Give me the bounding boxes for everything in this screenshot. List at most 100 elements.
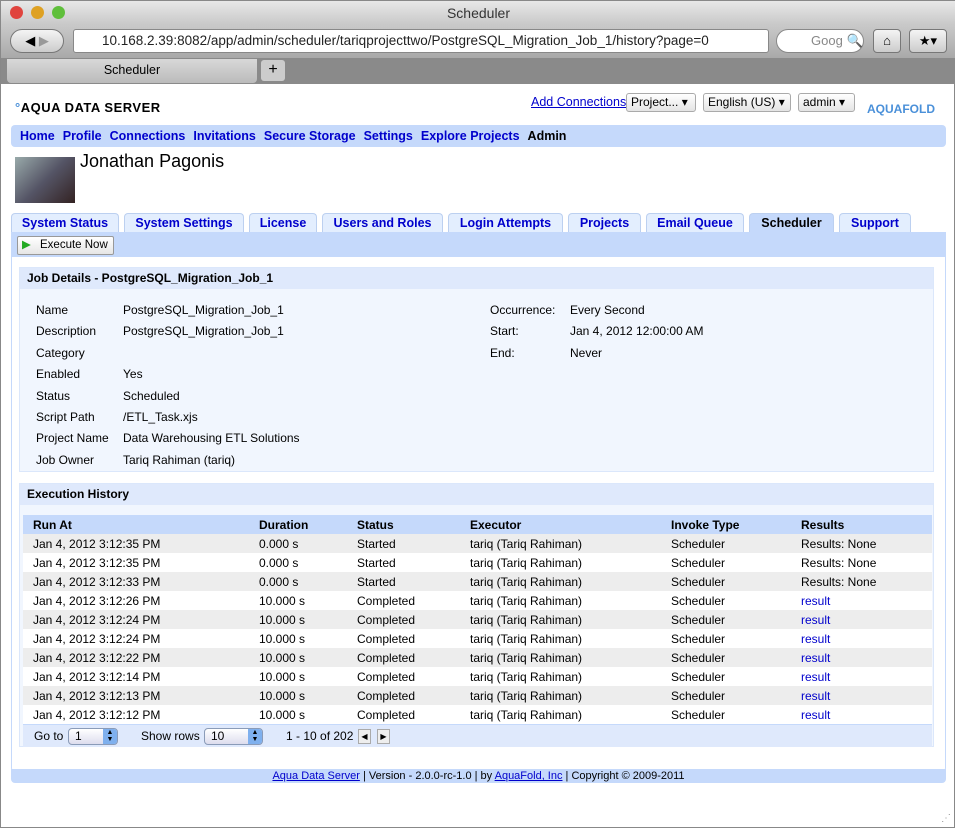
browser-tab-scheduler[interactable]: Scheduler — [7, 59, 257, 83]
result-link[interactable]: result — [801, 651, 830, 665]
job-field-label: Script Path — [36, 410, 95, 424]
table-cell: Scheduler — [661, 591, 791, 610]
user-select[interactable]: admin ▾ — [798, 93, 855, 112]
table-cell: 0.000 s — [249, 553, 347, 572]
table-cell: Jan 4, 2012 3:12:24 PM — [23, 629, 249, 648]
nav-admin[interactable]: Admin — [528, 129, 567, 143]
project-select-value: Project... — [631, 95, 679, 109]
job-details-header: Job Details - PostgreSQL_Migration_Job_1 — [20, 268, 933, 289]
new-tab-button[interactable]: + — [261, 60, 285, 81]
result-link[interactable]: result — [801, 708, 830, 722]
aqua-data-server-logo: °AQUA DATA SERVER — [15, 100, 161, 115]
job-field-value: PostgreSQL_Migration_Job_1 — [123, 324, 284, 339]
table-cell: result — [791, 667, 932, 686]
tab-email-queue[interactable]: Email Queue — [646, 213, 744, 233]
job-schedule-value: Jan 4, 2012 12:00:00 AM — [570, 324, 704, 339]
next-page-button[interactable]: ▶ — [377, 729, 390, 744]
search-input[interactable]: Goog 🔍 — [776, 29, 864, 53]
table-cell: Completed — [347, 705, 460, 724]
nav-explore-projects[interactable]: Explore Projects — [421, 129, 520, 143]
execution-history-header: Execution History — [20, 484, 933, 505]
show-rows-select[interactable]: 10 ▲ ▼ — [204, 728, 263, 745]
resize-grip-icon[interactable]: ⋰ — [941, 813, 951, 824]
job-field-value: Tariq Rahiman (tariq) — [123, 452, 236, 467]
table-cell: 10.000 s — [249, 629, 347, 648]
table-cell: 10.000 s — [249, 686, 347, 705]
nav-home[interactable]: Home — [20, 129, 55, 143]
prev-page-button[interactable]: ◀ — [358, 729, 371, 744]
show-rows-label: Show rows — [141, 729, 200, 743]
job-field-label: Name — [36, 303, 69, 317]
back-forward-buttons[interactable]: ◀ ▶ — [10, 29, 64, 53]
aqua-data-server-link[interactable]: Aqua Data Server — [272, 770, 359, 782]
table-cell: 0.000 s — [249, 572, 347, 591]
table-row: Jan 4, 2012 3:12:35 PM 0.000 s Started tari… — [23, 553, 932, 572]
language-select[interactable]: English (US) ▾ — [703, 93, 791, 112]
result-link[interactable]: result — [801, 594, 830, 608]
project-select[interactable]: Project... ▾ — [626, 93, 696, 112]
job-field-value: /ETL_Task.xjs — [123, 410, 198, 424]
table-cell: tariq (Tariq Rahiman) — [460, 667, 661, 686]
minimize-window-button[interactable] — [31, 6, 44, 19]
home-button[interactable]: ⌂ — [873, 29, 901, 53]
tab-system-settings[interactable]: System Settings — [124, 213, 244, 233]
language-select-value: English (US) — [708, 95, 776, 109]
address-bar[interactable]: 10.168.2.39:8082/app/admin/scheduler/tar… — [73, 29, 769, 53]
job-field-label: Project Name — [36, 431, 109, 446]
execution-history-table: Run At Duration Status Executor Invoke Type R… — [23, 515, 932, 724]
result-link[interactable]: result — [801, 689, 830, 703]
add-connections-link[interactable]: Add Connections — [531, 95, 626, 109]
tab-projects[interactable]: Projects — [568, 213, 641, 233]
tab-system-status[interactable]: System Status — [11, 213, 119, 233]
table-cell: 0.000 s — [249, 534, 347, 553]
result-link[interactable]: result — [801, 613, 830, 627]
tab-support[interactable]: Support — [839, 213, 911, 233]
search-placeholder: Goog — [811, 33, 843, 48]
table-cell: result — [791, 610, 932, 629]
table-cell: result — [791, 705, 932, 724]
nav-secure-storage[interactable]: Secure Storage — [264, 129, 356, 143]
table-cell: Scheduler — [661, 610, 791, 629]
tab-login-attempts[interactable]: Login Attempts — [448, 213, 563, 233]
table-row: Jan 4, 2012 3:12:35 PM 0.000 s Started tari… — [23, 534, 932, 553]
tab-users-and-roles[interactable]: Users and Roles — [322, 213, 443, 233]
tab-scheduler[interactable]: Scheduler — [749, 213, 834, 233]
job-field-value: Scheduled — [123, 388, 180, 403]
table-cell: Completed — [347, 610, 460, 629]
table-cell: result — [791, 686, 932, 705]
tab-license[interactable]: License — [249, 213, 317, 233]
table-cell: Jan 4, 2012 3:12:12 PM — [23, 705, 249, 724]
table-cell: Started — [347, 553, 460, 572]
table-cell: Scheduler — [661, 553, 791, 572]
back-icon[interactable]: ◀ — [25, 33, 35, 48]
aquafold-link[interactable]: AquaFold, Inc — [495, 770, 563, 782]
result-link[interactable]: result — [801, 670, 830, 684]
table-cell: Scheduler — [661, 686, 791, 705]
job-schedule-label: Occurrence: — [490, 303, 556, 317]
nav-invitations[interactable]: Invitations — [193, 129, 256, 143]
table-cell: tariq (Tariq Rahiman) — [460, 629, 661, 648]
bookmarks-button[interactable]: ★▾ — [909, 29, 947, 53]
user-name: Jonathan Pagonis — [80, 151, 225, 171]
forward-icon[interactable]: ▶ — [39, 33, 49, 48]
execute-icon: ▶ — [22, 239, 31, 251]
nav-connections[interactable]: Connections — [110, 129, 186, 143]
table-row: Jan 4, 2012 3:12:12 PM 10.000 s Completed t… — [23, 705, 932, 724]
goto-page-stepper[interactable]: 1 ▲ ▼ — [68, 728, 118, 745]
nav-profile[interactable]: Profile — [63, 129, 102, 143]
panel-toolbar — [11, 232, 946, 257]
table-cell: tariq (Tariq Rahiman) — [460, 534, 661, 553]
execute-now-button[interactable]: ▶ Execute Now — [17, 236, 114, 255]
table-cell: Completed — [347, 591, 460, 610]
nav-settings[interactable]: Settings — [364, 129, 413, 143]
column-header-duration: Duration — [249, 515, 347, 534]
table-cell: Completed — [347, 648, 460, 667]
table-cell: tariq (Tariq Rahiman) — [460, 572, 661, 591]
result-link[interactable]: result — [801, 632, 830, 646]
pager: Go to 1 ▲ ▼ Show rows 10 ▲ ▼ 1 - 10 of 202 ◀… — [23, 724, 932, 747]
close-window-button[interactable] — [10, 6, 23, 19]
table-cell: tariq (Tariq Rahiman) — [460, 648, 661, 667]
table-cell: 10.000 s — [249, 667, 347, 686]
zoom-window-button[interactable] — [52, 6, 65, 19]
logo-text: AQUA DATA SERVER — [20, 100, 161, 115]
